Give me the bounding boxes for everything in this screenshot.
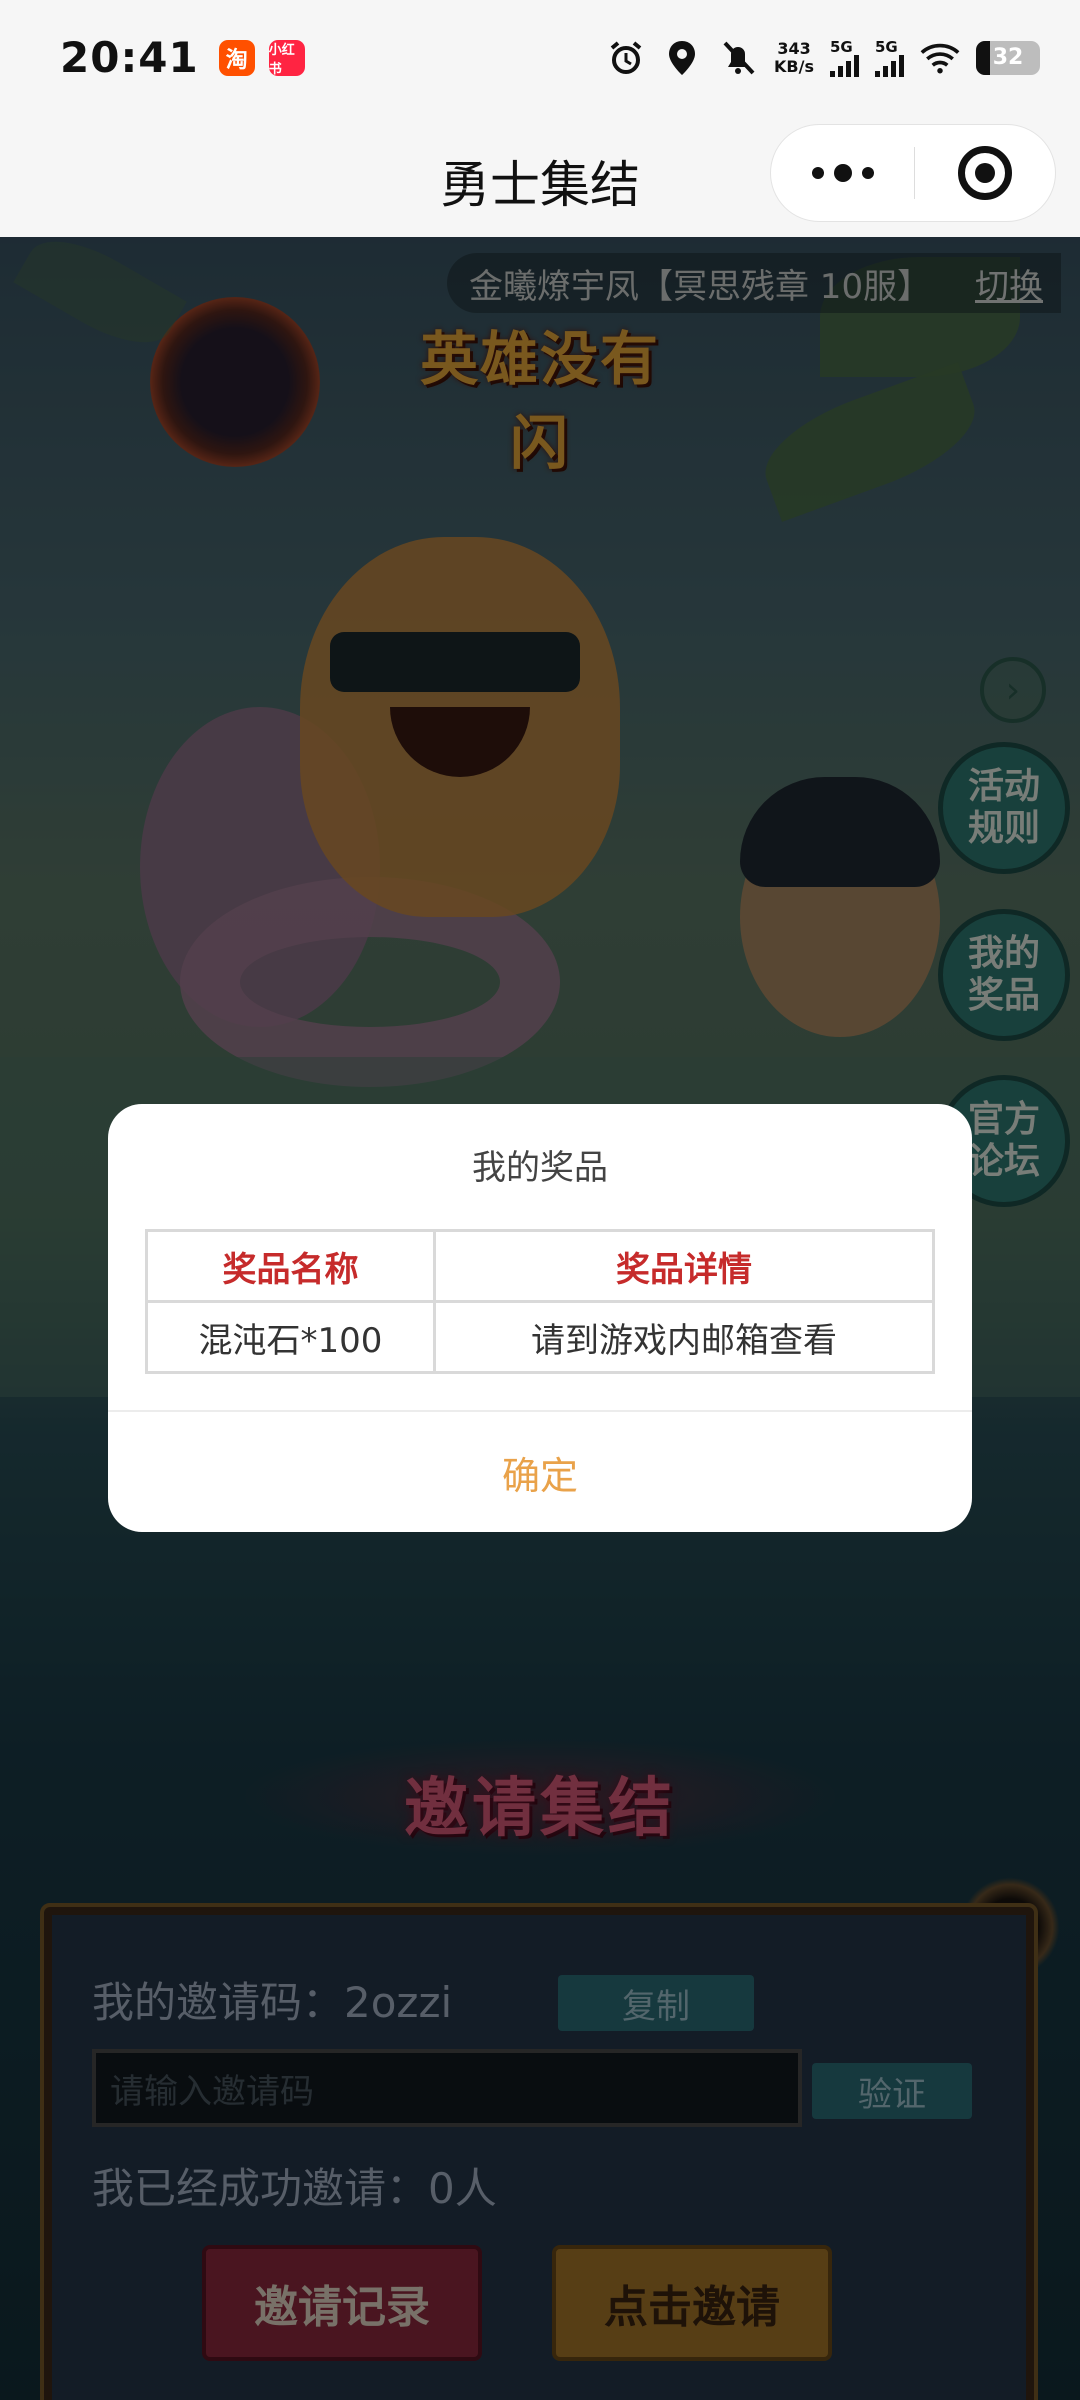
table-row: 混沌石*100 请到游戏内邮箱查看 <box>145 1300 935 1374</box>
battery-level: 32 <box>992 45 1024 70</box>
status-bar: 20:41 淘 小红书 343 KB/s 5G 5G 32 <box>0 0 1080 115</box>
my-prizes-dialog: 我的奖品 奖品名称 奖品详情 混沌石*100 请到游戏内邮箱查看 确定 <box>108 1104 972 1532</box>
battery-icon: 32 <box>976 40 1040 75</box>
dialog-title: 我的奖品 <box>472 1148 608 1188</box>
alarm-icon <box>606 38 646 78</box>
prize-name-cell: 混沌石*100 <box>145 1300 436 1374</box>
more-menu-button[interactable] <box>771 125 914 221</box>
signal-bars-icon <box>830 54 859 77</box>
taobao-app-icon: 淘 <box>218 39 255 76</box>
status-indicators: 343 KB/s 5G 5G 32 <box>606 38 1040 78</box>
mini-program-title-bar: 勇士集结 <box>0 115 1080 237</box>
column-header-prize-name: 奖品名称 <box>145 1229 436 1303</box>
xiaohongshu-app-icon: 小红书 <box>268 39 305 77</box>
close-mini-program-button[interactable] <box>915 125 1055 221</box>
network-type-1: 5G <box>830 37 853 56</box>
network-type-2: 5G <box>875 37 898 56</box>
column-header-prize-detail: 奖品详情 <box>433 1229 935 1303</box>
table-header-row: 奖品名称 奖品详情 <box>145 1229 935 1303</box>
net-speed: 343 KB/s <box>774 38 814 76</box>
confirm-button[interactable]: 确定 <box>108 1412 972 1532</box>
prize-detail-cell: 请到游戏内邮箱查看 <box>433 1300 935 1374</box>
net-speed-unit: KB/s <box>774 56 814 76</box>
location-icon <box>662 38 702 78</box>
signal-2: 5G <box>875 39 904 77</box>
target-icon <box>958 146 1012 200</box>
wifi-icon <box>920 38 960 78</box>
mute-bell-icon <box>718 38 758 78</box>
signal-1: 5G <box>830 39 859 77</box>
signal-bars-icon <box>875 54 904 77</box>
prize-table: 奖品名称 奖品详情 混沌石*100 请到游戏内邮箱查看 <box>145 1229 935 1374</box>
status-time: 20:41 <box>60 33 199 82</box>
capsule-menu <box>770 124 1056 222</box>
net-speed-value: 343 <box>777 38 811 58</box>
